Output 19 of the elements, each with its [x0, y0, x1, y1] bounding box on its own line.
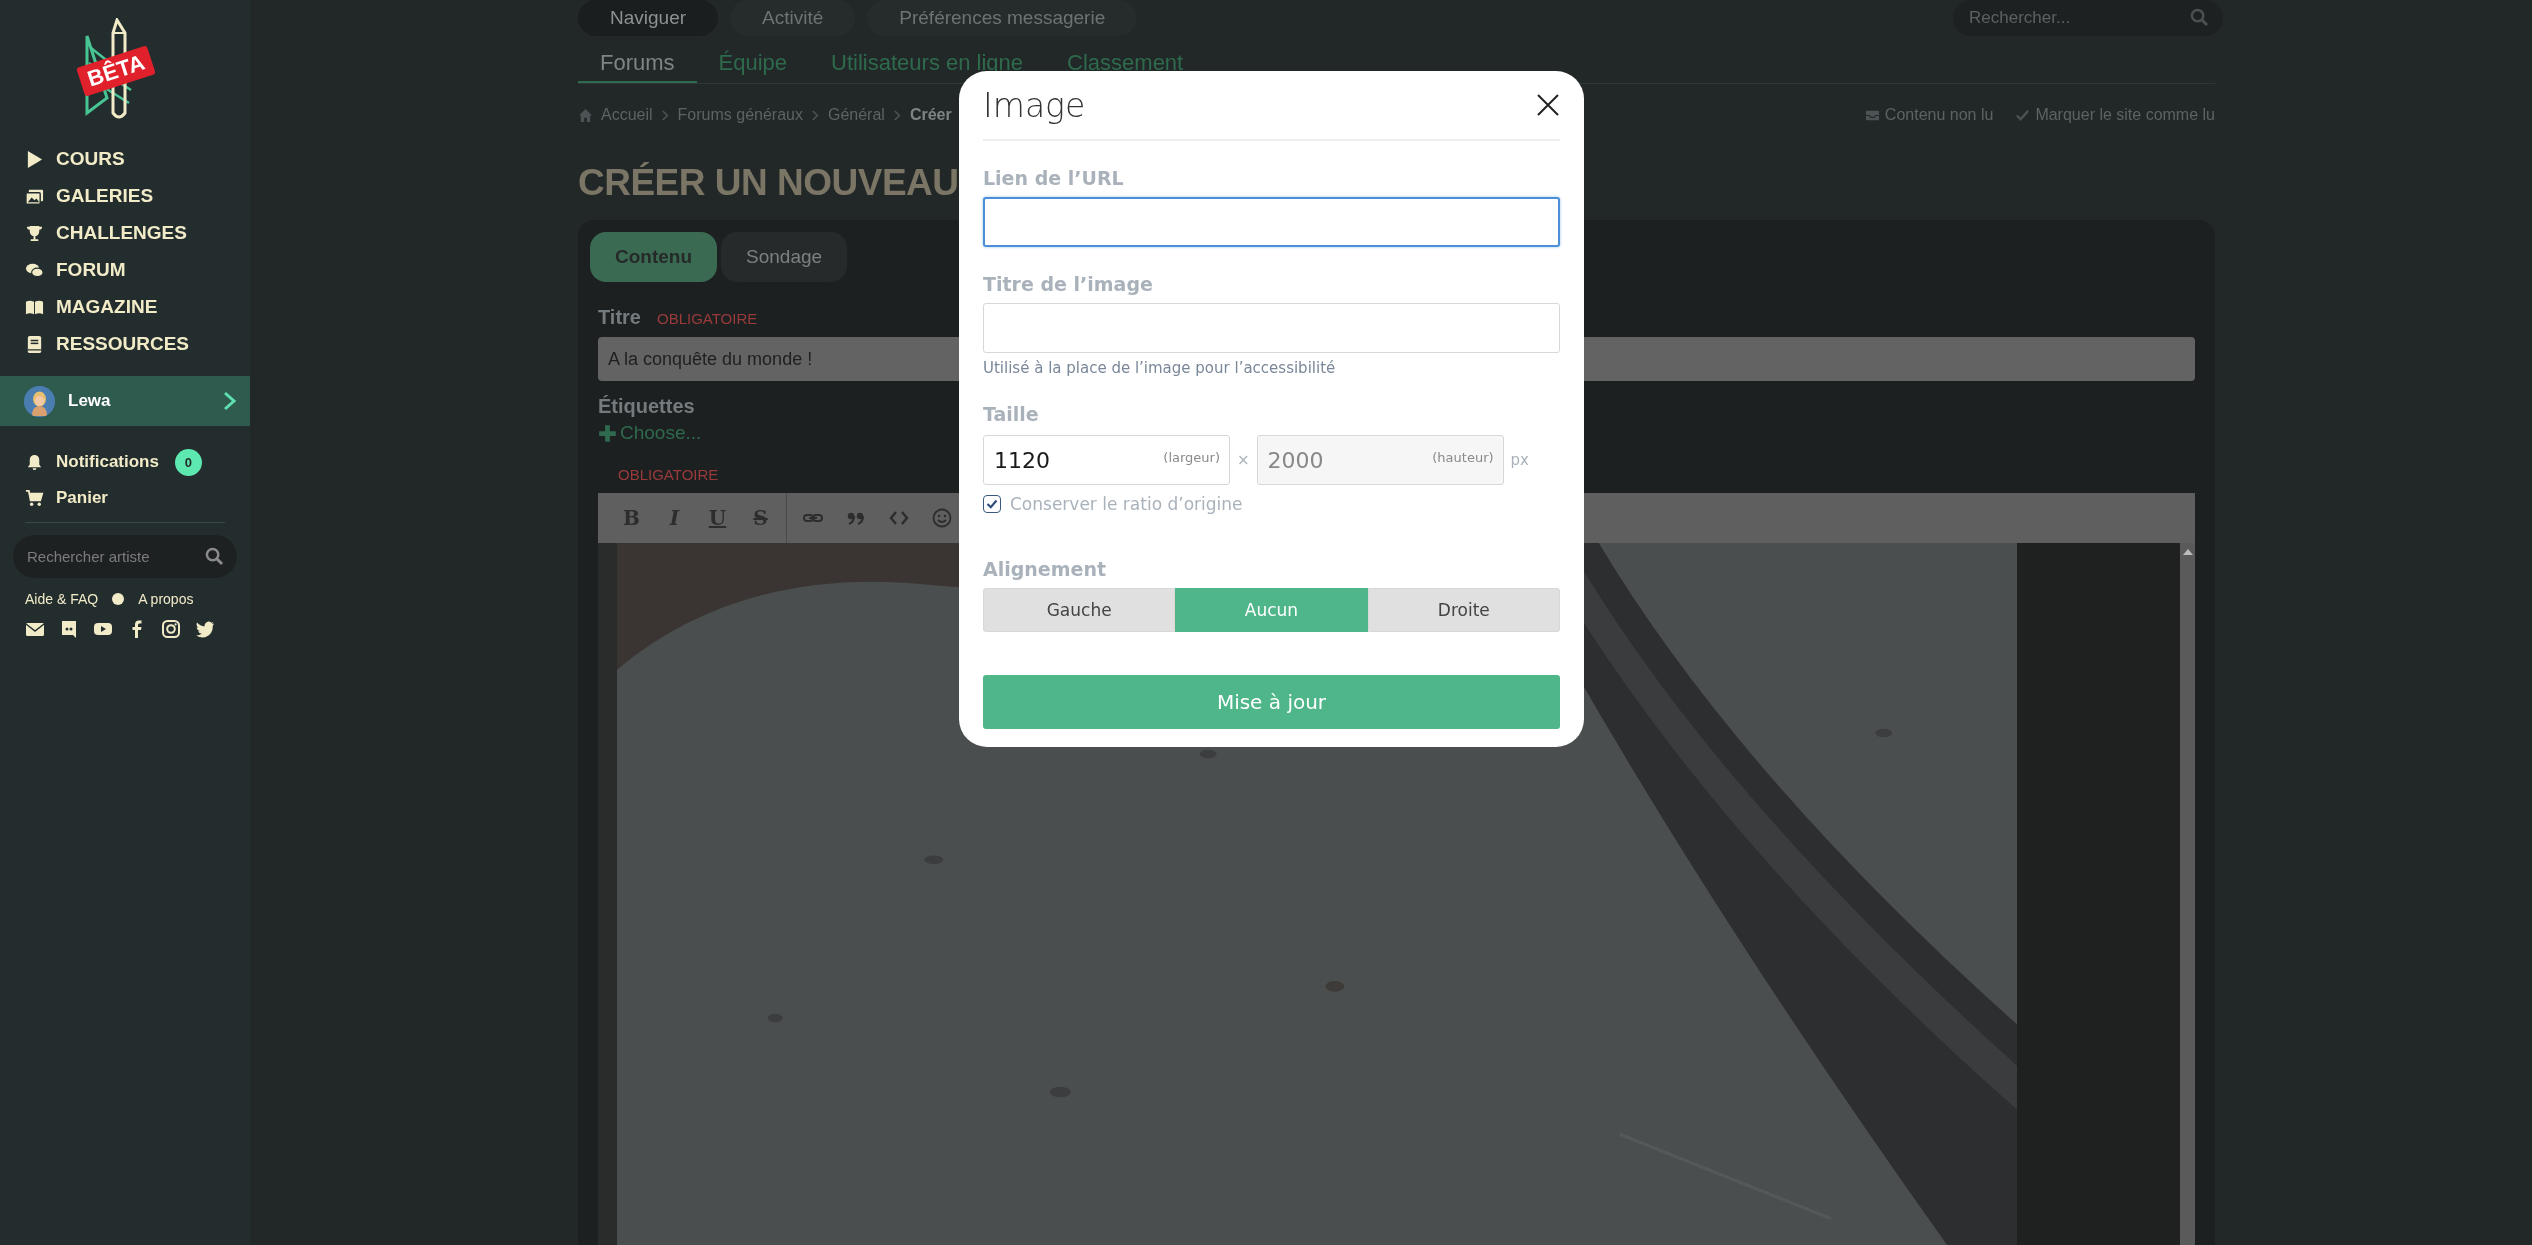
checkbox-label: Conserver le ratio d’origine: [1010, 494, 1243, 514]
field-label: Étiquettes: [598, 395, 695, 418]
field-label: Taille: [983, 403, 1039, 425]
field-label: Titre de l’image: [983, 273, 1153, 295]
beta-label: BÊTA: [75, 45, 156, 97]
times-sign: ×: [1237, 451, 1250, 469]
required-label: OBLIGATOIRE: [657, 310, 758, 327]
dialog-title: Image: [983, 85, 1086, 125]
field-label: Alignement: [983, 558, 1107, 580]
user-name: Lewa: [68, 391, 111, 411]
count-badge: 0: [174, 448, 202, 476]
field-hint: (hauteur): [1432, 450, 1494, 465]
field-label: Titre: [598, 306, 641, 329]
page-title: CRÉER UN NOUVEAU: [578, 162, 959, 204]
field-hint: Utilisé à la place de l’image pour l’accessibilité: [983, 359, 1337, 377]
unit-label: px: [1510, 451, 1529, 469]
field-hint: (largeur): [1163, 450, 1220, 465]
field-label: Lien de l’URL: [983, 167, 1124, 189]
required-label: OBLIGATOIRE: [618, 466, 719, 483]
